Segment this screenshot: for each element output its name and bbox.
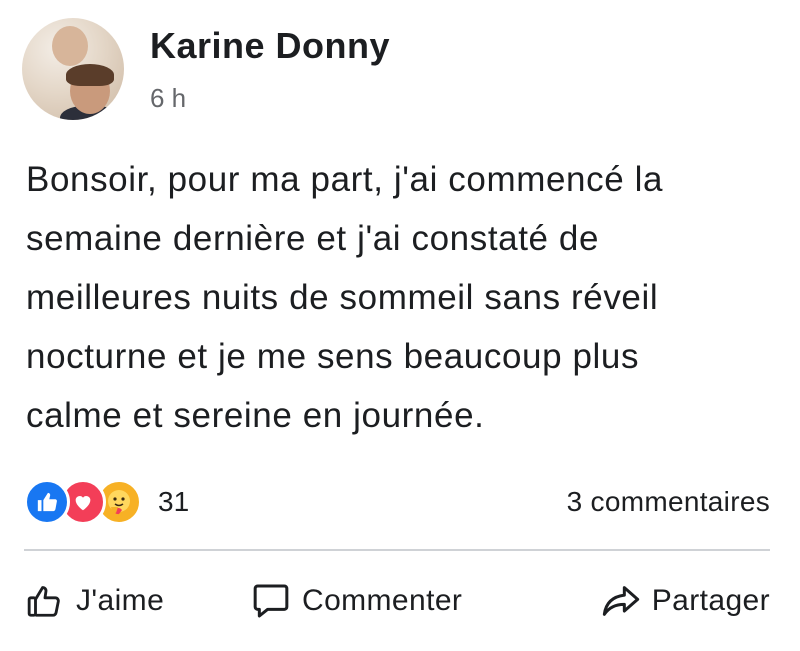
- avatar-hair: [66, 64, 114, 86]
- thumbs-up-icon: [24, 580, 66, 622]
- like-label: J'aime: [76, 584, 165, 617]
- share-label: Partager: [651, 584, 770, 617]
- avatar[interactable]: [22, 18, 124, 120]
- post-meta: Karine Donny 6 h: [150, 26, 390, 113]
- post-timestamp[interactable]: 6 h: [150, 84, 390, 112]
- share-button[interactable]: Partager: [600, 573, 770, 629]
- post-card: Karine Donny 6 h Bonsoir, pour ma part, …: [0, 0, 800, 651]
- avatar-person-1: [52, 26, 88, 66]
- share-arrow-icon: [600, 580, 642, 622]
- like-button[interactable]: J'aime: [24, 573, 164, 629]
- author-name[interactable]: Karine Donny: [150, 26, 390, 66]
- comment-icon: [250, 580, 292, 622]
- post-stats: 31 3 commentaires: [24, 478, 770, 526]
- reactions-count: 31: [158, 486, 190, 517]
- post-text: Bonsoir, pour ma part, j'ai commencé la …: [26, 160, 664, 435]
- like-icon: [24, 479, 70, 525]
- comment-button[interactable]: Commenter: [250, 573, 462, 629]
- post-header: Karine Donny 6 h: [22, 18, 390, 120]
- divider: [24, 549, 770, 551]
- comments-count-link[interactable]: 3 commentaires: [567, 478, 770, 526]
- comment-label: Commenter: [302, 584, 463, 617]
- reactions-summary[interactable]: 31: [24, 478, 189, 526]
- post-actions: J'aime Commenter Partager: [24, 573, 770, 629]
